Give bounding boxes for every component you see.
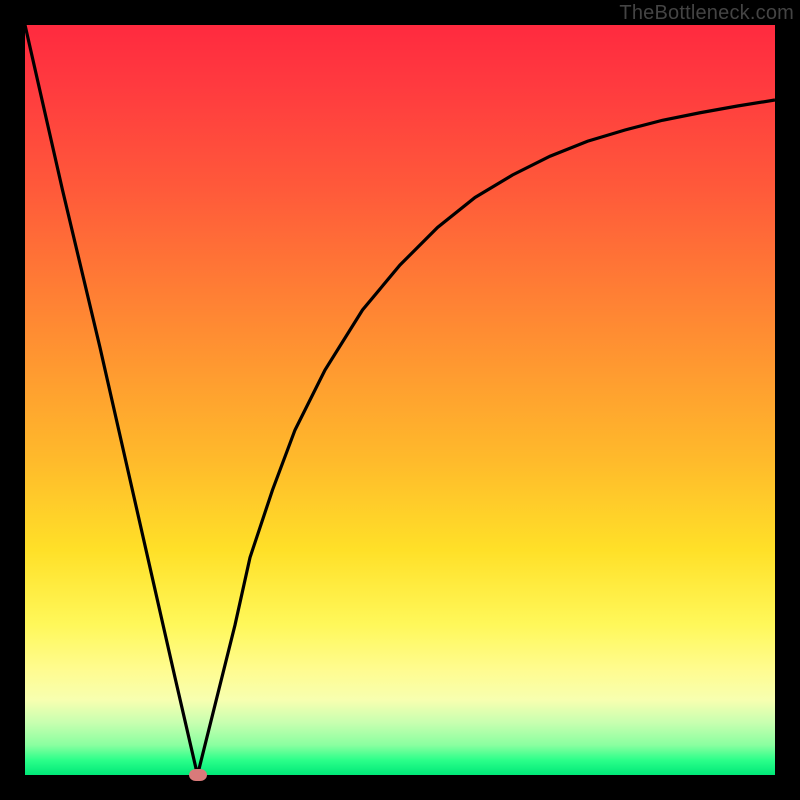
chart-container: TheBottleneck.com — [0, 0, 800, 800]
curve-svg — [25, 25, 775, 775]
min-point-marker — [189, 769, 207, 781]
bottleneck-curve — [25, 25, 775, 775]
watermark-text: TheBottleneck.com — [619, 2, 794, 25]
plot-area — [25, 25, 775, 775]
